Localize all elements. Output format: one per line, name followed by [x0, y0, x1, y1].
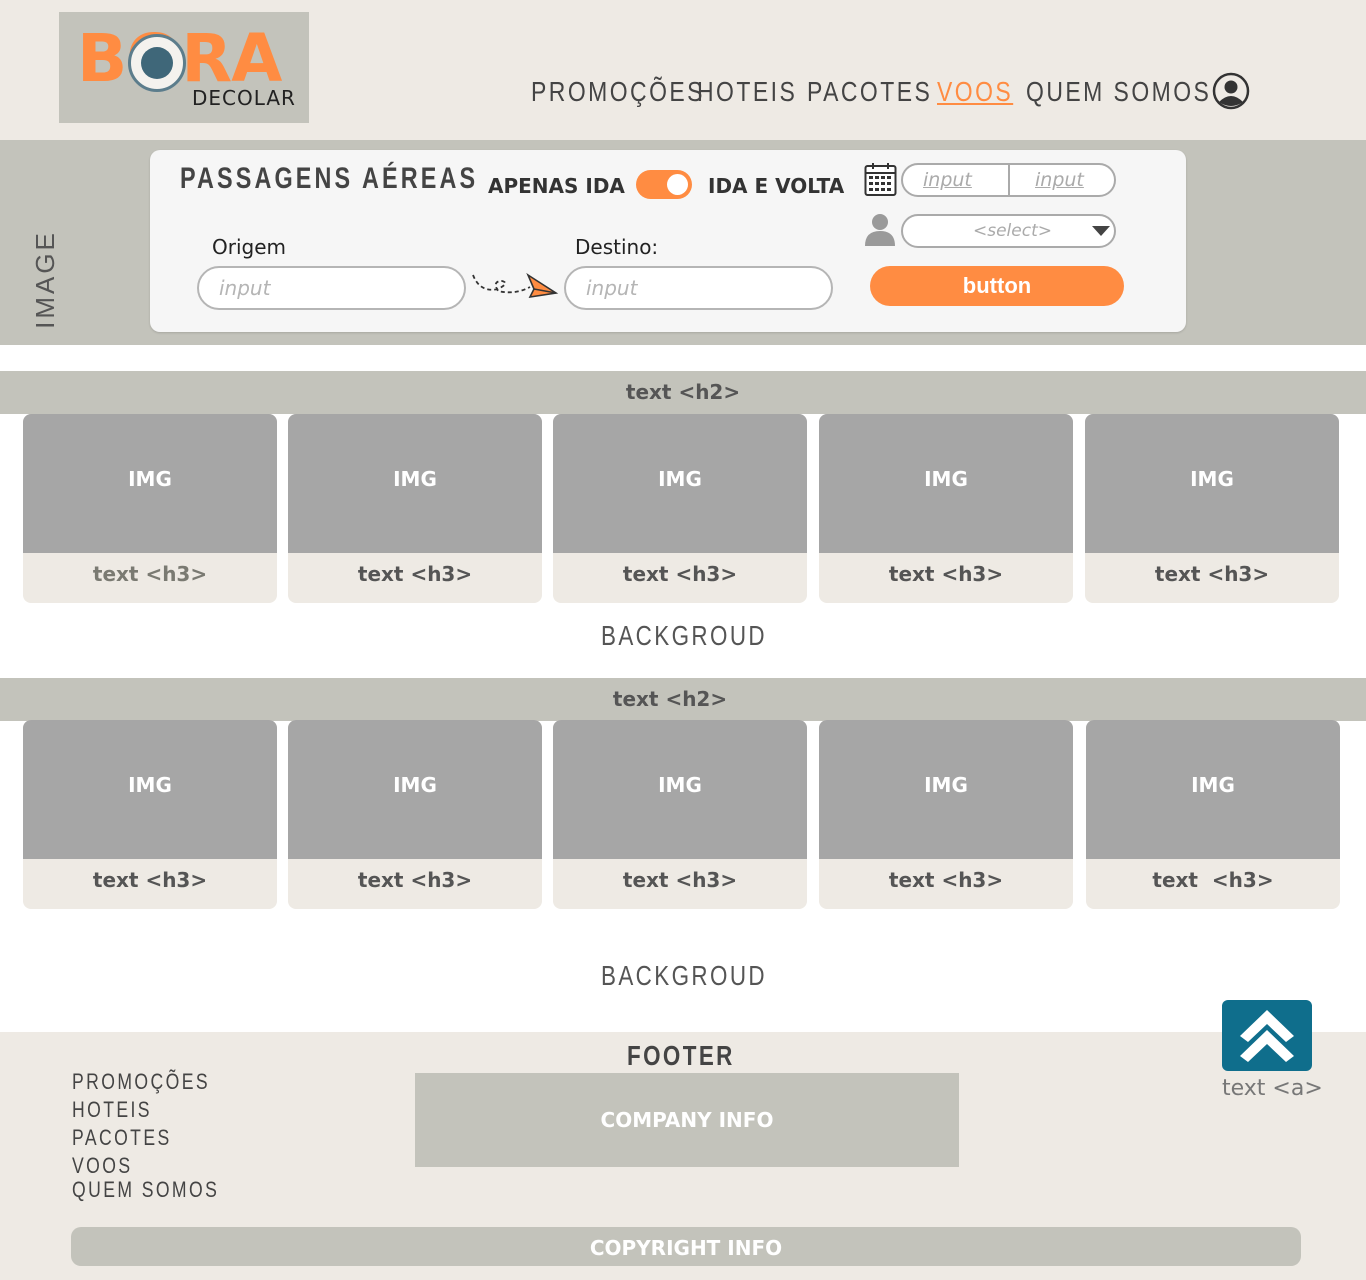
card-title: text <h3>	[357, 562, 473, 586]
card-title: text <h3>	[357, 868, 473, 892]
footer-link-hoteis[interactable]: HOTEIS	[72, 1096, 219, 1124]
round-trip-label: IDA E VOLTA	[708, 174, 845, 198]
card[interactable]: IMG text <h3>	[819, 720, 1073, 909]
card-title: text <h3>	[1152, 868, 1274, 892]
hero-image-placeholder: IMAGE	[20, 230, 60, 329]
card-title: text <h3>	[1154, 562, 1270, 586]
card[interactable]: IMG text <h3>	[288, 414, 542, 603]
site-footer: FOOTER PROMOÇÕES HOTEIS PACOTES VOOS QUE…	[0, 1000, 1366, 1280]
origin-input[interactable]: input	[197, 266, 466, 310]
search-button[interactable]: button	[870, 266, 1124, 306]
date-to-input[interactable]: input	[1035, 169, 1084, 191]
destination-label: Destino:	[575, 235, 659, 259]
one-way-label: APENAS IDA	[488, 174, 625, 198]
passenger-icon	[865, 214, 895, 246]
company-info: COMPANY INFO	[415, 1073, 959, 1167]
footer-link-quem-somos[interactable]: QUEM SOMOS	[72, 1176, 219, 1204]
card-title: text <h3>	[888, 562, 1004, 586]
nav-hoteis[interactable]: HOTEIS	[697, 76, 795, 108]
card[interactable]: IMG text <h3>	[23, 414, 277, 603]
globe-icon	[128, 34, 186, 92]
flight-search-card: PASSAGENS AÉREAS APENAS IDA IDA E VOLTA …	[150, 150, 1186, 332]
card-title: text <h3>	[622, 868, 738, 892]
card[interactable]: IMG text <h3>	[819, 414, 1073, 603]
card-image: IMG	[288, 414, 542, 553]
nav-pacotes[interactable]: PACOTES	[807, 76, 930, 108]
destination-input[interactable]: input	[564, 266, 833, 310]
site-header: BORA DECOLAR PROMOÇÕES HOTEIS PACOTES VO…	[0, 0, 1366, 140]
footer-nav: PROMOÇÕES HOTEIS PACOTES VOOS QUEM SOMOS	[72, 1068, 256, 1204]
footer-link-pacotes[interactable]: PACOTES	[72, 1124, 219, 1152]
card-image: IMG	[553, 414, 807, 553]
card[interactable]: IMG text <h3>	[553, 720, 807, 909]
destination-placeholder: input	[586, 276, 638, 300]
main-nav: PROMOÇÕES HOTEIS PACOTES VOOS QUEM SOMOS	[531, 76, 1209, 108]
card-title: text <h3>	[92, 562, 208, 586]
date-divider	[1008, 165, 1010, 197]
section-1-title: text <h2>	[0, 371, 1366, 414]
double-chevron-up-icon	[1240, 1010, 1294, 1062]
card-image: IMG	[23, 720, 277, 859]
chevron-down-icon	[1092, 226, 1110, 236]
card-image: IMG	[819, 414, 1073, 553]
card[interactable]: IMG text <h3>	[288, 720, 542, 909]
section-1-background-label: BACKGROUD	[601, 620, 767, 651]
footer-link-promocoes[interactable]: PROMOÇÕES	[72, 1068, 219, 1096]
origin-label: Origem	[212, 235, 287, 259]
trip-type-toggle[interactable]	[636, 170, 692, 199]
card-image: IMG	[23, 414, 277, 553]
logo-subtitle: DECOLAR	[192, 86, 296, 110]
nav-voos[interactable]: VOOS	[937, 76, 1011, 108]
back-to-top-button[interactable]	[1222, 1000, 1312, 1071]
paper-plane-icon	[472, 272, 559, 299]
nav-quem-somos[interactable]: QUEM SOMOS	[1026, 76, 1209, 108]
card-title: text <h3>	[92, 868, 208, 892]
passengers-select-value: <select>	[973, 221, 1052, 241]
date-from-input[interactable]: input	[923, 169, 972, 191]
card-image: IMG	[288, 720, 542, 859]
card-image: IMG	[1086, 720, 1340, 859]
card[interactable]: IMG text <h3>	[1086, 720, 1340, 909]
footer-title: FOOTER	[627, 1040, 735, 1071]
section-2-title: text <h2>	[0, 678, 1366, 721]
user-account-icon[interactable]	[1212, 72, 1250, 110]
card[interactable]: IMG text <h3>	[1085, 414, 1339, 603]
card-image: IMG	[819, 720, 1073, 859]
hero-image-label: IMAGE	[29, 230, 60, 329]
card-image: IMG	[1085, 414, 1339, 553]
origin-placeholder: input	[219, 276, 271, 300]
logo[interactable]: BORA DECOLAR	[59, 12, 309, 123]
search-title: PASSAGENS AÉREAS	[180, 162, 479, 195]
section-2-background-label: BACKGROUD	[601, 960, 767, 991]
copyright-info: COPYRIGHT INFO	[71, 1227, 1301, 1266]
card-title: text <h3>	[622, 562, 738, 586]
nav-promocoes[interactable]: PROMOÇÕES	[531, 76, 702, 108]
date-range-field: input input	[901, 163, 1116, 197]
calendar-icon[interactable]	[864, 162, 897, 197]
passengers-select[interactable]: <select>	[901, 214, 1116, 248]
card[interactable]: IMG text <h3>	[553, 414, 807, 603]
card-title: text <h3>	[888, 868, 1004, 892]
card[interactable]: IMG text <h3>	[23, 720, 277, 909]
back-to-top-link[interactable]: text <a>	[1222, 1076, 1323, 1101]
card-image: IMG	[553, 720, 807, 859]
